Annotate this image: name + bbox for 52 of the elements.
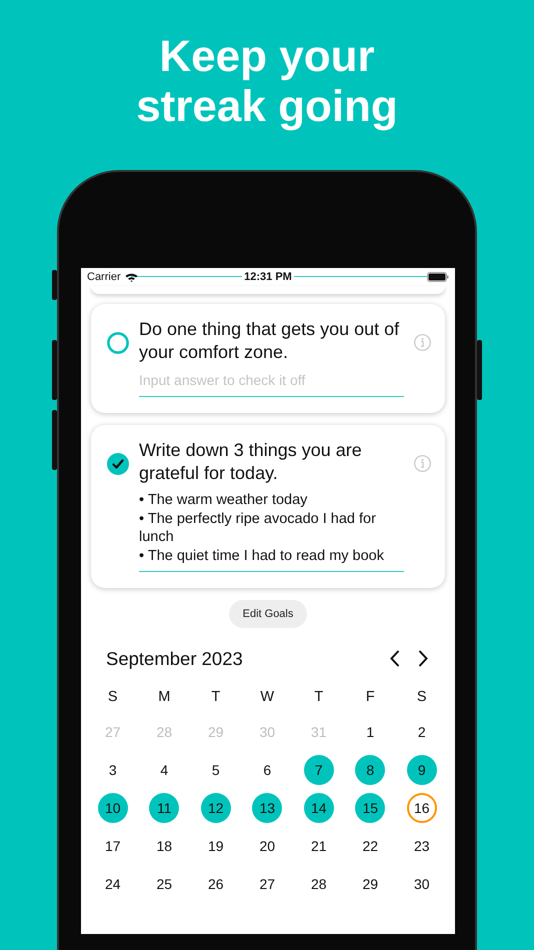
goal-title: Write down 3 things you are grateful for today. — [139, 439, 363, 485]
chevron-right-icon — [418, 650, 428, 667]
calendar-day[interactable]: 10 — [98, 793, 128, 823]
calendar-day[interactable]: 15 — [355, 793, 386, 823]
checked-checkbox[interactable] — [107, 453, 129, 475]
weekday-label: T — [210, 688, 222, 707]
wifi-icon — [124, 272, 138, 282]
calendar-day[interactable]: 9 — [406, 755, 437, 785]
calendar-day[interactable]: 30 — [406, 869, 437, 899]
answer-field[interactable]: • The warm weather today • The perfectly ripe avocado I had for lunch • The quiet time I had to read my book — [139, 491, 404, 572]
calendar-day[interactable]: 26 — [200, 869, 231, 899]
calendar-day[interactable]: 4 — [149, 755, 180, 785]
chevron-left-icon — [390, 650, 400, 667]
goal-title: Do one thing that gets you out of your comfort zone. — [139, 318, 400, 364]
weekday-label: S — [106, 688, 119, 707]
calendar-day[interactable]: 14 — [304, 793, 334, 823]
calendar-day[interactable]: 22 — [355, 831, 386, 861]
calendar-day[interactable]: 1 — [355, 717, 386, 747]
calendar-day[interactable]: 5 — [200, 755, 231, 785]
calendar-day[interactable]: 21 — [304, 831, 334, 861]
calendar-day[interactable]: 18 — [149, 831, 180, 861]
weekday-label: T — [313, 688, 324, 707]
headline: Keep your streak going — [136, 32, 398, 132]
calendar-day[interactable]: 28 — [304, 869, 334, 899]
calendar-day[interactable]: 17 — [98, 831, 128, 861]
weekday-label: S — [416, 688, 428, 707]
weekday-label: M — [157, 688, 172, 707]
status-time: 12:31 PM — [242, 271, 294, 283]
calendar-day[interactable]: 16 — [406, 793, 437, 823]
calendar-day[interactable]: 20 — [252, 831, 282, 861]
weekday-label: W — [259, 688, 276, 707]
calendar-day[interactable]: 8 — [355, 755, 386, 785]
calendar-day[interactable]: 24 — [98, 869, 128, 899]
calendar-day[interactable]: 23 — [406, 831, 437, 861]
calendar-day[interactable]: 27 — [252, 869, 282, 899]
calendar-day[interactable]: 29 — [355, 869, 386, 899]
calendar-day[interactable]: 19 — [200, 831, 231, 861]
calendar-day[interactable]: 11 — [149, 793, 180, 823]
unchecked-checkbox[interactable] — [107, 332, 129, 354]
edit-goals-button[interactable]: Edit Goals — [228, 600, 308, 628]
calendar-day[interactable]: 25 — [149, 869, 180, 899]
carrier-label: Carrier — [87, 271, 121, 283]
calendar-day[interactable]: 3 — [98, 755, 128, 785]
calendar-day[interactable]: 2 — [406, 717, 437, 747]
month-title: September 2023 — [106, 648, 244, 670]
weekday-label: F — [364, 688, 376, 707]
battery-icon — [427, 272, 449, 282]
calendar-day[interactable]: 13 — [252, 793, 282, 823]
calendar-day[interactable]: 6 — [252, 755, 282, 785]
calendar-day[interactable]: 12 — [200, 793, 231, 823]
calendar-day[interactable]: 7 — [304, 755, 334, 785]
answer-field[interactable]: Input answer to check it off — [139, 370, 404, 397]
